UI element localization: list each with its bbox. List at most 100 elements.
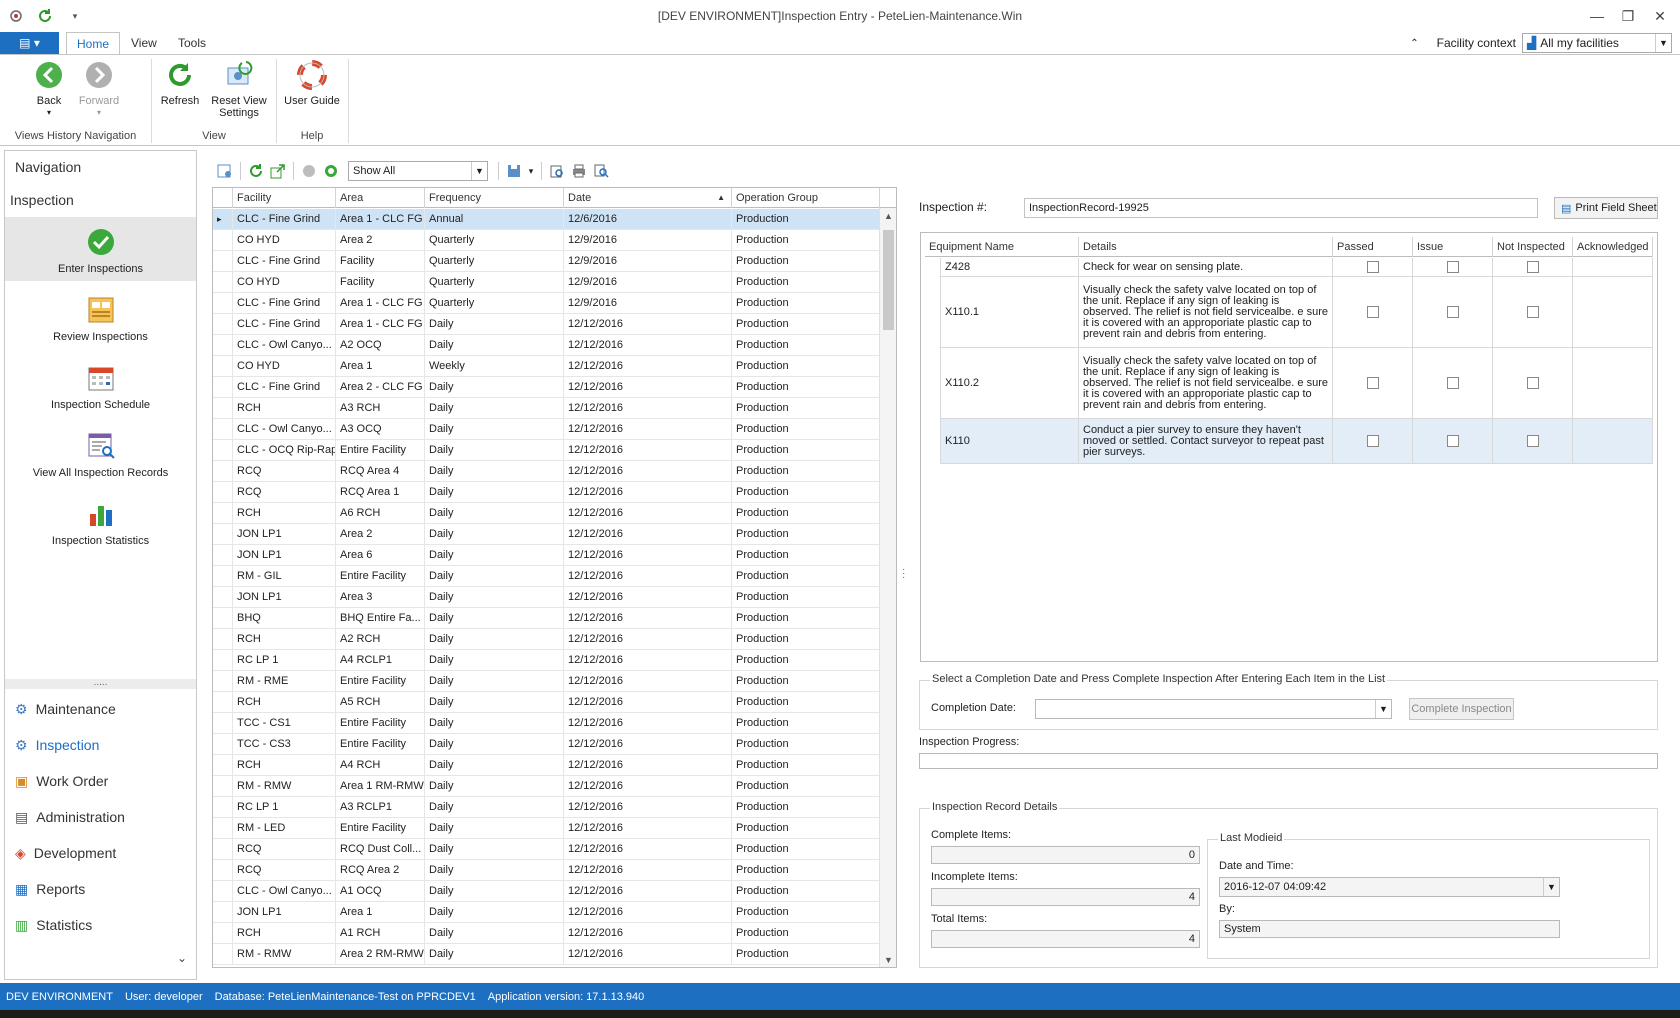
table-row[interactable]: RCH A2 RCH Daily 12/12/2016 Production <box>213 629 880 650</box>
pane-splitter[interactable]: · · · <box>902 565 905 583</box>
scroll-down-icon[interactable]: ▼ <box>880 952 896 967</box>
table-row[interactable]: JON LP1 Area 3 Daily 12/12/2016 Production <box>213 587 880 608</box>
issue-checkbox[interactable] <box>1446 306 1459 318</box>
table-row[interactable]: RCQ RCQ Area 1 Daily 12/12/2016 Production <box>213 482 880 503</box>
table-row[interactable]: RM - RME Entire Facility Daily 12/12/2016 Pr… <box>213 671 880 692</box>
column-header-frequency[interactable]: Frequency <box>425 188 564 208</box>
print-preview-icon[interactable] <box>546 160 568 182</box>
not-inspected-checkbox[interactable] <box>1526 306 1539 318</box>
issue-checkbox[interactable] <box>1446 435 1459 447</box>
go-circle-icon[interactable] <box>320 160 342 182</box>
table-row[interactable]: RCH A6 RCH Daily 12/12/2016 Production <box>213 503 880 524</box>
column-header-area[interactable]: Area <box>336 188 425 208</box>
nav-module-inspection[interactable]: ⚙ Inspection <box>15 734 99 756</box>
issue-checkbox[interactable] <box>1446 377 1459 389</box>
print-icon[interactable] <box>568 160 590 182</box>
table-row[interactable]: RM - GIL Entire Facility Daily 12/12/2016 Pr… <box>213 566 880 587</box>
nav-module-development[interactable]: ◈ Development <box>15 842 116 864</box>
row-indicator[interactable] <box>213 419 233 439</box>
equipment-row[interactable]: K110 Conduct a pier survey to ensure the… <box>941 419 1653 464</box>
user-guide-button[interactable]: User Guide <box>282 59 342 107</box>
table-row[interactable]: CLC - Fine Grind Facility Quarterly 12/9/20… <box>213 251 880 272</box>
table-row[interactable]: RM - LED Entire Facility Daily 12/12/2016 Pr… <box>213 818 880 839</box>
nav-item-inspection-statistics[interactable]: Inspection Statistics <box>5 489 196 553</box>
view-record-icon[interactable] <box>214 160 236 182</box>
row-indicator[interactable] <box>213 272 233 292</box>
passed-checkbox[interactable] <box>1366 261 1379 273</box>
nav-item-view-all-inspection-records[interactable]: View All Inspection Records <box>5 421 196 485</box>
row-indicator[interactable] <box>213 545 233 565</box>
row-indicator[interactable] <box>213 776 233 796</box>
row-indicator[interactable] <box>213 314 233 334</box>
table-row[interactable]: RCH A1 RCH Daily 12/12/2016 Production <box>213 923 880 944</box>
incomplete-items-field[interactable]: 4 <box>931 888 1200 906</box>
not-inspected-checkbox[interactable] <box>1526 435 1539 447</box>
layout-dropdown-icon[interactable]: ▾ <box>525 160 537 182</box>
forward-button[interactable]: Forward ▾ <box>73 59 125 119</box>
row-indicator[interactable] <box>213 839 233 859</box>
table-row[interactable]: RCQ RCQ Dust Coll... Daily 12/12/2016 Produc… <box>213 839 880 860</box>
column-header-acknowledged[interactable]: Acknowledged <box>1573 237 1653 257</box>
equipment-row[interactable]: X110.1 Visually check the safety valve l… <box>941 277 1653 348</box>
close-icon[interactable]: ✕ <box>1645 4 1675 28</box>
row-indicator[interactable] <box>213 440 233 460</box>
column-header-details[interactable]: Details <box>1079 237 1333 257</box>
table-row[interactable]: ▸ CLC - Fine Grind Area 1 - CLC FG Annual 12… <box>213 209 880 230</box>
nav-item-inspection-schedule[interactable]: Inspection Schedule <box>5 353 196 417</box>
table-row[interactable]: CLC - Owl Canyo... A3 OCQ Daily 12/12/2016 P… <box>213 419 880 440</box>
table-row[interactable]: RCH A5 RCH Daily 12/12/2016 Production <box>213 692 880 713</box>
row-indicator[interactable] <box>213 734 233 754</box>
scroll-up-icon[interactable]: ▲ <box>880 208 896 224</box>
application-menu-button[interactable]: ▤ ▾ <box>0 32 59 54</box>
refresh-button[interactable]: Refresh <box>158 59 202 107</box>
column-header-facility[interactable]: Facility <box>233 188 336 208</box>
complete-items-field[interactable]: 0 <box>931 846 1200 864</box>
facility-context-select[interactable]: ▟ All my facilities ▼ <box>1522 33 1672 53</box>
equipment-row[interactable]: X110.2 Visually check the safety valve l… <box>941 348 1653 419</box>
column-header-passed[interactable]: Passed <box>1333 237 1413 257</box>
table-row[interactable]: CO HYD Area 1 Weekly 12/12/2016 Production <box>213 356 880 377</box>
table-row[interactable]: CLC - Owl Canyo... A1 OCQ Daily 12/12/2016 P… <box>213 881 880 902</box>
table-row[interactable]: JON LP1 Area 1 Daily 12/12/2016 Production <box>213 902 880 923</box>
table-row[interactable]: JON LP1 Area 6 Daily 12/12/2016 Production <box>213 545 880 566</box>
row-indicator[interactable] <box>213 230 233 250</box>
issue-checkbox[interactable] <box>1446 261 1459 273</box>
row-indicator[interactable] <box>213 671 233 691</box>
table-row[interactable]: RM - RMW Area 2 RM-RMW Daily 12/12/2016 Prod… <box>213 944 880 965</box>
nav-item-enter-inspections[interactable]: Enter Inspections <box>5 217 196 281</box>
column-header-equipment-name[interactable]: Equipment Name <box>925 237 1079 257</box>
row-indicator[interactable] <box>213 923 233 943</box>
table-row[interactable]: RC LP 1 A4 RCLP1 Daily 12/12/2016 Production <box>213 650 880 671</box>
tab-home[interactable]: Home <box>66 32 121 55</box>
row-indicator[interactable] <box>213 608 233 628</box>
back-button[interactable]: Back ▾ <box>30 59 68 119</box>
row-indicator[interactable] <box>213 356 233 376</box>
nav-module-administration[interactable]: ▤ Administration <box>15 806 125 828</box>
row-indicator[interactable] <box>213 818 233 838</box>
table-row[interactable]: BHQ BHQ Entire Fa... Daily 12/12/2016 Produc… <box>213 608 880 629</box>
table-row[interactable]: CO HYD Area 2 Quarterly 12/9/2016 Production <box>213 230 880 251</box>
row-indicator[interactable] <box>213 713 233 733</box>
row-indicator[interactable] <box>213 503 233 523</box>
tab-view[interactable]: View <box>121 32 167 54</box>
nav-item-review-inspections[interactable]: Review Inspections <box>5 285 196 349</box>
find-icon[interactable] <box>590 160 612 182</box>
print-field-sheet-button[interactable]: ▤ Print Field Sheet <box>1554 197 1658 219</box>
grid-scrollbar[interactable]: ▲ ▼ <box>879 208 896 967</box>
row-indicator[interactable] <box>213 797 233 817</box>
not-inspected-checkbox[interactable] <box>1526 377 1539 389</box>
row-indicator[interactable]: ▸ <box>213 209 233 229</box>
passed-checkbox[interactable] <box>1366 435 1379 447</box>
row-indicator[interactable] <box>213 293 233 313</box>
table-row[interactable]: RM - RMW Area 1 RM-RMW Daily 12/12/2016 Prod… <box>213 776 880 797</box>
help-circle-icon[interactable] <box>298 160 320 182</box>
completion-date-picker[interactable]: ▼ <box>1035 699 1392 719</box>
row-indicator[interactable] <box>213 566 233 586</box>
save-layout-icon[interactable] <box>503 160 525 182</box>
table-row[interactable]: TCC - CS1 Entire Facility Daily 12/12/2016 P… <box>213 713 880 734</box>
chevron-down-icon[interactable]: ⌄ <box>177 951 187 965</box>
table-row[interactable]: RCH A3 RCH Daily 12/12/2016 Production <box>213 398 880 419</box>
table-row[interactable]: RCQ RCQ Area 2 Daily 12/12/2016 Production <box>213 860 880 881</box>
table-row[interactable]: RCQ RCQ Area 4 Daily 12/12/2016 Production <box>213 461 880 482</box>
table-row[interactable]: CLC - Fine Grind Area 2 - CLC FG Daily 12/1… <box>213 377 880 398</box>
